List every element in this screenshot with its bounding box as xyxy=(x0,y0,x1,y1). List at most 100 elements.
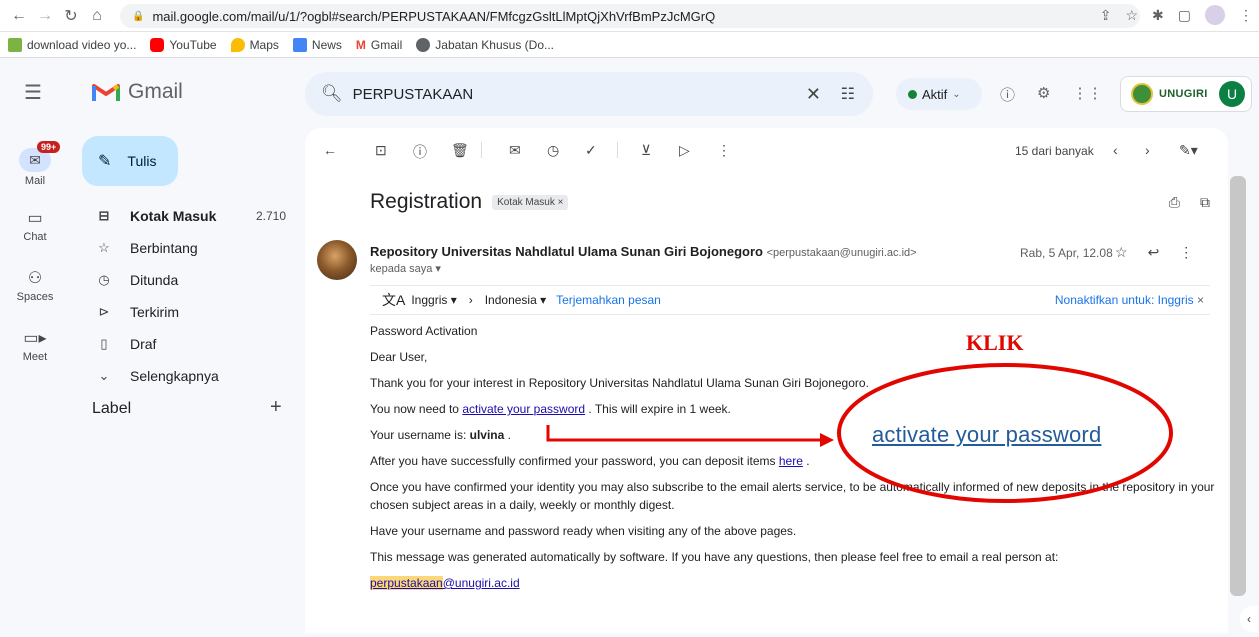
clear-search-icon[interactable]: ✕ xyxy=(806,84,821,105)
bookmark-label: YouTube xyxy=(169,37,217,52)
extensions-icon[interactable]: ✱ xyxy=(1152,7,1164,24)
target-language-select[interactable]: Indonesia ▾ xyxy=(485,293,546,307)
nav-item-starred[interactable]: ☆ Berbintang xyxy=(72,232,302,264)
label-tag-icon[interactable]: ▷ xyxy=(679,142,690,159)
translate-message-link[interactable]: Terjemahkan pesan xyxy=(556,293,661,307)
activate-pre-text: You now need to xyxy=(370,402,463,416)
klik-annotation-label: KLIK xyxy=(966,330,1024,355)
more-vertical-icon[interactable]: ⋮ xyxy=(1179,244,1193,261)
address-bar[interactable]: 🔒 mail.google.com/mail/u/1/?ogbl#search/… xyxy=(120,4,1140,28)
nav-item-snoozed[interactable]: ◷ Ditunda xyxy=(72,264,302,296)
search-icon[interactable]: 🔍︎ xyxy=(321,84,343,104)
message-actions: ☆ ↩ ⋮ xyxy=(1115,244,1193,261)
contact-domain: @unugiri.ac.id xyxy=(442,576,520,590)
search-input[interactable]: PERPUSTAKAAN xyxy=(353,86,474,103)
compose-button[interactable]: ✎ Tulis xyxy=(82,136,178,186)
chevron-left-icon[interactable]: ‹ xyxy=(1113,142,1118,158)
body-auto-line: This message was generated automatically… xyxy=(370,550,1059,564)
search-bar[interactable]: 🔍︎ PERPUSTAKAAN ✕ ☷ xyxy=(305,72,873,116)
inbox-label-tag[interactable]: Kotak Masuk × xyxy=(492,194,569,210)
subject-line: Registration Kotak Masuk × xyxy=(370,190,569,214)
username-value: ulvina xyxy=(469,428,505,442)
search-options-icon[interactable]: ☷ xyxy=(841,84,855,104)
deposit-post-text: . xyxy=(802,454,810,468)
bookmark-item[interactable]: News xyxy=(292,37,342,52)
apps-grid-icon[interactable]: ⋮⋮ xyxy=(1072,84,1102,105)
trash-icon[interactable]: 🗑︎ xyxy=(451,142,469,159)
subject-title: Registration xyxy=(370,190,483,213)
report-spam-icon[interactable]: ⓘ xyxy=(413,142,427,162)
open-new-window-icon[interactable]: ⧉ xyxy=(1200,194,1210,211)
activate-password-link[interactable]: activate your password xyxy=(462,402,585,416)
reply-icon[interactable]: ↩ xyxy=(1148,244,1160,261)
contact-email-link[interactable]: perpustakaan@unugiri.ac.id xyxy=(370,576,520,590)
deposit-here-link[interactable]: here xyxy=(779,454,803,468)
bookmarks-bar: download video yo... YouTube Maps News M… xyxy=(0,32,1259,58)
help-icon[interactable]: ⓘ xyxy=(1000,84,1015,105)
rail-item-chat[interactable]: ▭ Chat xyxy=(0,208,70,243)
side-panel-toggle-icon[interactable]: ‹ xyxy=(1240,606,1258,632)
nav-item-sent[interactable]: ⊳ Terkirim xyxy=(72,296,302,328)
move-to-icon[interactable]: ⊻ xyxy=(641,142,651,159)
bookmark-item[interactable]: Jabatan Khusus (Do... xyxy=(416,37,554,52)
profile-avatar[interactable] xyxy=(1205,5,1225,25)
star-icon[interactable]: ☆ xyxy=(1115,244,1128,261)
contact-email-line: perpustakaan@unugiri.ac.id xyxy=(370,576,520,590)
bookmark-label: Maps xyxy=(249,37,279,52)
add-task-icon[interactable]: ✓ xyxy=(585,142,597,159)
more-vertical-icon[interactable]: ⋮ xyxy=(717,142,731,159)
toolbar-divider xyxy=(481,142,482,158)
menu-icon[interactable]: ☰ xyxy=(24,80,42,105)
mail-icon: ✉ 99+ xyxy=(19,141,61,172)
header-icons: ⓘ ⚙ ⋮⋮ xyxy=(1000,84,1102,105)
bookmark-item[interactable]: M Gmail xyxy=(356,38,402,52)
body-subscribe-line-2: chosen subject areas in a daily, weekly … xyxy=(370,498,675,512)
star-icon[interactable]: ☆ xyxy=(1125,7,1138,24)
settings-gear-icon[interactable]: ⚙ xyxy=(1037,84,1050,105)
nav-item-more[interactable]: ⌄ Selengkapnya xyxy=(72,360,302,392)
chevron-right-icon: › xyxy=(468,293,473,307)
subject-actions: ⎙ ⧉ xyxy=(1169,194,1210,211)
back-arrow-icon[interactable]: ← xyxy=(6,3,32,29)
nav-item-inbox[interactable]: ⊟ Kotak Masuk 2.710 xyxy=(72,200,302,232)
sidepanel-icon[interactable]: ▢ xyxy=(1178,7,1191,24)
gmail-logo[interactable]: Gmail xyxy=(92,80,183,104)
send-icon: ⊳ xyxy=(98,304,110,319)
translate-icon: 文A xyxy=(382,292,406,308)
disable-translation-link[interactable]: Nonaktifkan untuk: Inggris × xyxy=(1055,293,1204,307)
message-pane: ← ⊡ ⓘ 🗑︎ ✉ ◷ ✓ ⊻ ▷ ⋮ 15 dari banyak ‹ › … xyxy=(305,128,1228,633)
close-icon[interactable]: × xyxy=(1197,293,1204,307)
sender-name: Repository Universitas Nahdlatul Ulama S… xyxy=(370,244,763,259)
status-toggle[interactable]: Aktif ⌄ xyxy=(896,78,982,110)
forward-arrow-icon[interactable]: → xyxy=(32,3,58,29)
reload-icon[interactable]: ↻ xyxy=(58,3,84,29)
pencil-icon: ✎ xyxy=(98,153,112,170)
archive-icon[interactable]: ⊡ xyxy=(375,142,387,159)
mark-unread-icon[interactable]: ✉ xyxy=(509,142,521,159)
account-brand[interactable]: UNUGIRI U xyxy=(1120,76,1252,112)
snooze-clock-icon[interactable]: ◷ xyxy=(547,142,559,159)
folder-list: ⊟ Kotak Masuk 2.710 ☆ Berbintang ◷ Ditun… xyxy=(72,200,302,392)
scrollbar-thumb[interactable] xyxy=(1230,176,1246,596)
bookmark-item[interactable]: Maps xyxy=(230,37,279,52)
add-label-icon[interactable]: + xyxy=(270,396,282,419)
globe-icon xyxy=(416,37,431,52)
rail-item-mail[interactable]: ✉ 99+ Mail xyxy=(0,141,70,187)
nav-label: Selengkapnya xyxy=(130,368,219,384)
share-icon[interactable]: ⇪ xyxy=(1100,7,1112,24)
recipient-dropdown[interactable]: kepada saya ▾ xyxy=(370,262,441,275)
kebab-menu-icon[interactable]: ⋮ xyxy=(1239,7,1253,24)
user-avatar[interactable]: U xyxy=(1219,81,1245,107)
rail-item-meet[interactable]: ▭▸ Meet xyxy=(0,328,70,363)
bookmark-item[interactable]: download video yo... xyxy=(8,37,136,52)
bookmark-item[interactable]: YouTube xyxy=(150,37,217,52)
source-language-select[interactable]: Inggris ▾ xyxy=(411,293,456,307)
back-arrow-icon[interactable]: ← xyxy=(323,142,337,158)
rail-item-spaces[interactable]: ⚇ Spaces xyxy=(0,268,70,303)
input-tools-icon[interactable]: ✎▾ xyxy=(1179,142,1198,159)
sender-line: Repository Universitas Nahdlatul Ulama S… xyxy=(370,244,917,259)
home-icon[interactable]: ⌂ xyxy=(84,3,110,29)
nav-item-drafts[interactable]: ▯ Draf xyxy=(72,328,302,360)
print-icon[interactable]: ⎙ xyxy=(1169,194,1180,211)
chevron-right-icon[interactable]: › xyxy=(1145,142,1150,158)
